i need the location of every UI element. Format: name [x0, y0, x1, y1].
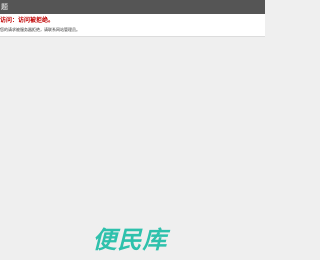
site-watermark-logo: 便民库 [92, 225, 168, 254]
window-titlebar: 题 [0, 0, 265, 14]
page: 题 访问：访问被拒绝。 您的请求被服务器拒绝，请联系网站管理员。 便民库 [0, 0, 265, 260]
window-title: 题 [1, 3, 8, 11]
error-title: 访问：访问被拒绝。 [0, 17, 55, 24]
error-message-panel: 访问：访问被拒绝。 您的请求被服务器拒绝，请联系网站管理员。 [0, 14, 265, 37]
error-description: 您的请求被服务器拒绝，请联系网站管理员。 [0, 27, 80, 32]
